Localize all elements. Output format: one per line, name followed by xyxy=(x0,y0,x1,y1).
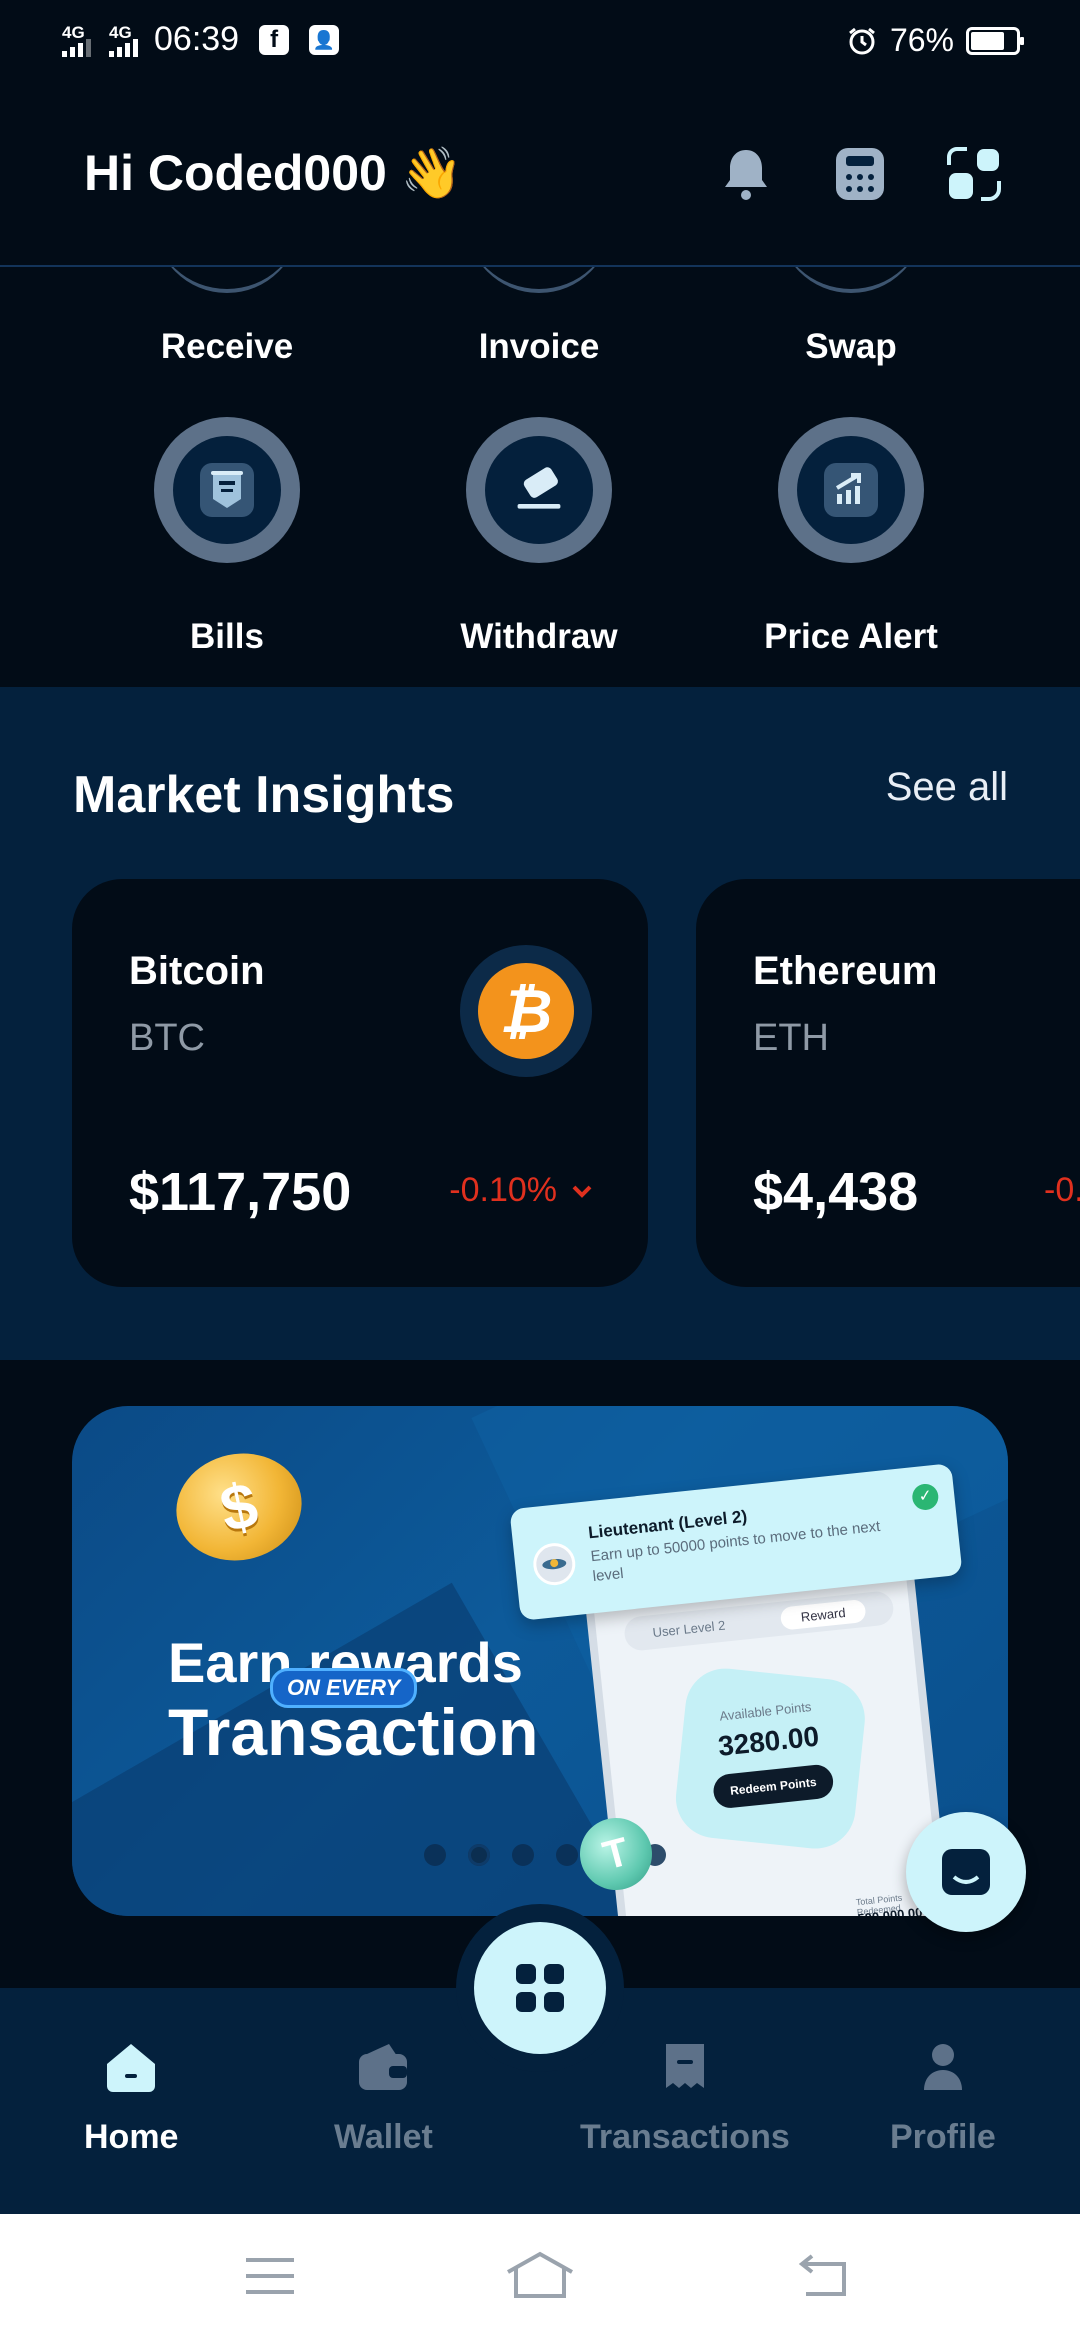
market-card-bitcoin[interactable]: Bitcoin BTC ₿ $117,750 -0.10% xyxy=(72,879,648,1287)
system-navigation-bar xyxy=(0,2214,1080,2340)
notification-bell-icon[interactable] xyxy=(716,144,776,204)
quick-actions: Receive Invoice Swap Bills Withdraw Pric… xyxy=(0,267,1080,687)
clock: 06:39 xyxy=(154,20,240,58)
price-alert-icon[interactable] xyxy=(778,417,924,563)
chat-support-button[interactable] xyxy=(906,1812,1026,1932)
receive-button[interactable]: Receive xyxy=(77,327,377,367)
calculator-icon[interactable] xyxy=(830,144,890,204)
gold-coin-icon: $ xyxy=(166,1442,312,1572)
receive-icon[interactable] xyxy=(154,267,300,293)
scan-icon[interactable] xyxy=(944,144,1004,204)
menu-icon[interactable] xyxy=(244,2256,296,2296)
rewards-banner[interactable]: $ Earn rewards Transaction ON EVERY User… xyxy=(72,1406,1008,1916)
check-icon: ✓ xyxy=(911,1482,940,1512)
facebook-icon: f xyxy=(259,24,290,55)
back-icon[interactable] xyxy=(796,2254,850,2298)
alarm-icon xyxy=(849,27,875,54)
bills-button[interactable]: Bills xyxy=(77,617,377,657)
carousel-dot[interactable] xyxy=(556,1844,578,1866)
contact-notification-icon: 👤 xyxy=(309,24,340,55)
chevron-down-icon xyxy=(572,1185,592,1198)
carousel-dot[interactable] xyxy=(512,1844,534,1866)
battery-icon xyxy=(966,26,1024,55)
withdraw-button[interactable]: Withdraw xyxy=(389,617,689,657)
status-bar: 4G 4G 06:39 f 👤 76% xyxy=(0,0,1080,84)
coin-name: Bitcoin xyxy=(129,949,265,993)
chat-icon xyxy=(942,1849,990,1895)
invoice-icon[interactable] xyxy=(466,267,612,293)
carousel-dot[interactable] xyxy=(468,1844,490,1866)
bitcoin-icon: ₿ xyxy=(460,945,592,1077)
signal-1-icon: 4G xyxy=(62,23,91,57)
market-insights-section: Market Insights See all Bitcoin BTC ₿ $1… xyxy=(0,687,1080,1360)
swap-icon[interactable] xyxy=(778,267,924,293)
home-button-icon[interactable] xyxy=(504,2250,576,2300)
bills-icon[interactable] xyxy=(154,417,300,563)
withdraw-icon[interactable] xyxy=(466,417,612,563)
coin-price: $117,750 xyxy=(129,1162,352,1222)
signal-2-icon: 4G xyxy=(109,23,138,57)
grid-icon xyxy=(516,1964,564,2012)
see-all-link[interactable]: See all xyxy=(886,765,1008,810)
coin-change: -0.10% xyxy=(1044,1171,1080,1210)
market-card-ethereum[interactable]: Ethereum ETH $4,438 -0.10% xyxy=(696,879,1080,1287)
coin-name: Ethereum xyxy=(753,949,938,993)
wallet-icon xyxy=(359,2044,408,2090)
coin-price: $4,438 xyxy=(753,1162,919,1222)
battery-percent: 76% xyxy=(889,22,954,58)
apps-fab-button[interactable] xyxy=(474,1922,606,2054)
nav-wallet[interactable]: Wallet xyxy=(334,2040,433,2157)
coin-symbol: BTC xyxy=(129,1017,205,1059)
app-header: Hi Coded000 👋 xyxy=(0,84,1080,267)
home-icon xyxy=(107,2044,156,2092)
price-alert-button[interactable]: Price Alert xyxy=(701,617,1001,657)
invoice-button[interactable]: Invoice xyxy=(389,327,689,367)
coin-symbol: ETH xyxy=(753,1017,829,1059)
profile-icon xyxy=(923,2044,962,2090)
change-value: -0.10% xyxy=(1044,1171,1080,1209)
section-title: Market Insights xyxy=(73,766,455,824)
receipt-icon xyxy=(665,2044,704,2088)
nav-home[interactable]: Home xyxy=(84,2040,178,2157)
change-value: -0.10% xyxy=(449,1171,557,1209)
nav-transactions[interactable]: Transactions xyxy=(580,2040,790,2157)
greeting: Hi Coded000 👋 xyxy=(84,145,464,201)
carousel-dot[interactable] xyxy=(424,1844,446,1866)
coin-change: -0.10% xyxy=(449,1171,593,1210)
swap-button[interactable]: Swap xyxy=(701,327,1001,367)
banner-badge: ON EVERY xyxy=(270,1668,418,1708)
nav-profile[interactable]: Profile xyxy=(890,2040,996,2157)
avatar xyxy=(531,1541,578,1588)
